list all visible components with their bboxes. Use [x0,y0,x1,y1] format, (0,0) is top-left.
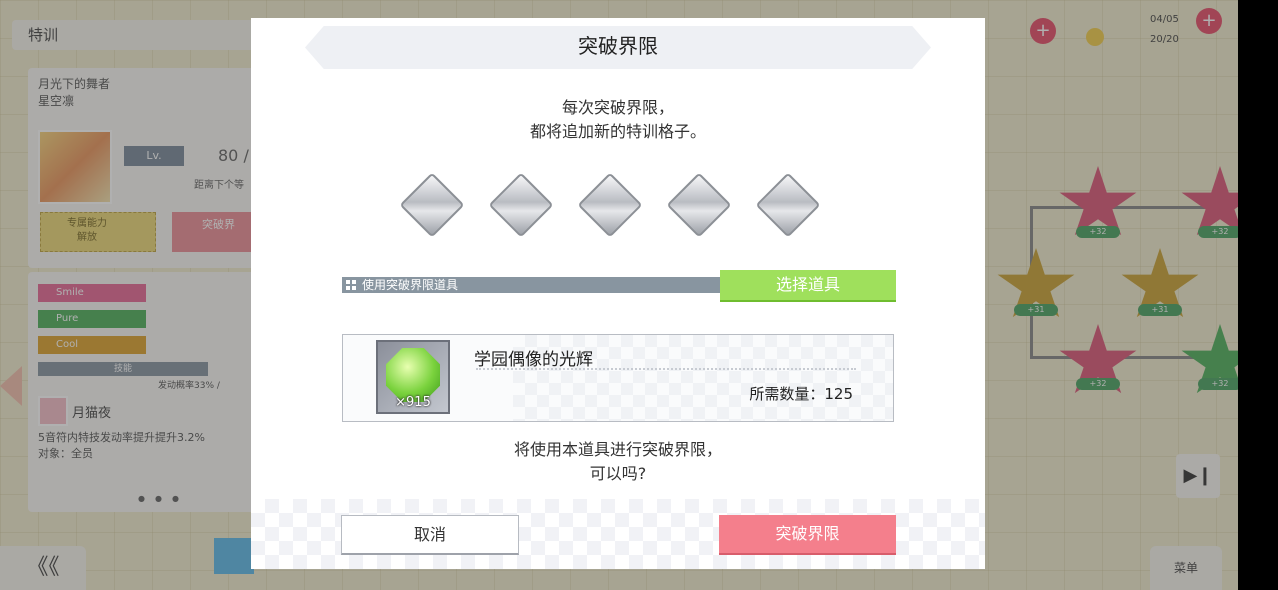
item-panel: ×915 学园偶像的光辉 所需数量：125 [342,334,894,422]
select-item-button[interactable]: 选择道具 [720,270,896,302]
limit-break-button[interactable]: 突破界限 [719,515,896,555]
slot-gem-icon [666,172,732,238]
confirm-line: 将使用本道具进行突破界限， [513,440,722,459]
screen-edge [1238,0,1278,590]
grid-icon [346,280,356,290]
use-item-bar: 使用突破界限道具 [342,277,722,293]
slot-gem-icon [399,172,465,238]
use-item-label: 使用突破界限道具 [362,278,459,292]
slot-gem-icon [577,172,643,238]
dialog-message: 每次突破界限， 都将追加新的特训格子。 [251,96,985,144]
limit-break-dialog: 突破界限 每次突破界限， 都将追加新的特训格子。 使用突破界限道具 选择道具 ×… [251,18,985,569]
item-owned-quantity: ×915 [395,395,431,410]
confirm-line: 可以吗? [589,464,647,483]
divider [476,368,856,370]
cancel-button[interactable]: 取消 [341,515,519,555]
message-line: 都将追加新的特训格子。 [529,122,706,141]
item-name: 学园偶像的光辉 [474,350,593,370]
item-icon[interactable]: ×915 [376,340,450,414]
item-required-quantity: 所需数量：125 [749,385,853,403]
slot-gem-icon [488,172,554,238]
slot-gem-icon [755,172,821,238]
message-line: 每次突破界限， [561,98,674,117]
confirm-message: 将使用本道具进行突破界限， 可以吗? [251,438,985,486]
dialog-title: 突破界限 [578,34,658,58]
feather-gem-icon [386,348,440,402]
